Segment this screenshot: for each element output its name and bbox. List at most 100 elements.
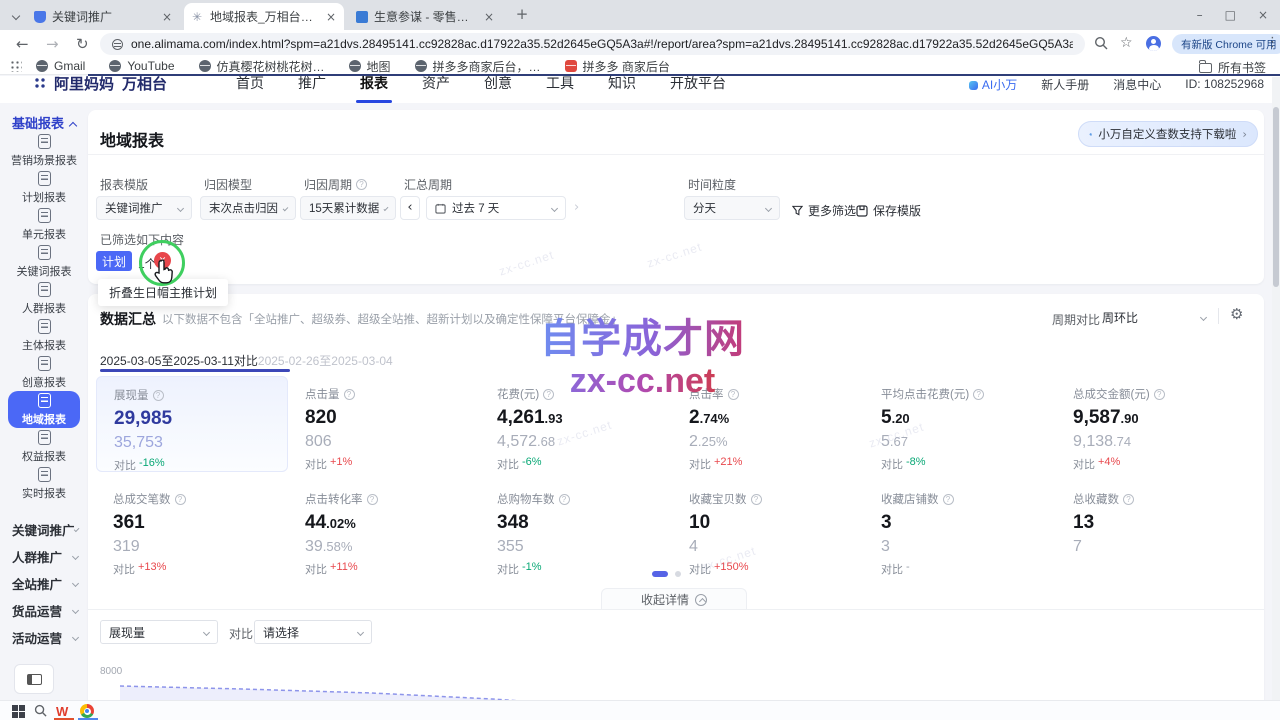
- trend-compare-select[interactable]: 请选择: [254, 620, 372, 644]
- metric-card[interactable]: 花费(元)? 4,261.93 4,572.68 对比-6%: [480, 376, 672, 472]
- window-maximize-button[interactable]: □: [1225, 8, 1236, 22]
- sidebar-item[interactable]: 单元报表: [0, 206, 88, 243]
- carousel-dot[interactable]: [675, 571, 681, 577]
- info-icon[interactable]: ?: [344, 389, 355, 400]
- sidebar-group-item[interactable]: 人群推广: [0, 543, 88, 570]
- window-minimize-button[interactable]: –: [1197, 8, 1203, 22]
- info-icon[interactable]: ?: [559, 494, 570, 505]
- next-period-button[interactable]: ›: [574, 200, 579, 215]
- sidebar-group-item[interactable]: 全站推广: [0, 570, 88, 597]
- sidebar-item[interactable]: 创意报表: [0, 354, 88, 391]
- date-range-select[interactable]: 过去 7 天: [426, 196, 566, 220]
- prev-period-button[interactable]: ‹: [400, 196, 420, 220]
- sidebar-item[interactable]: 权益报表: [0, 428, 88, 465]
- back-icon[interactable]: ←: [16, 35, 29, 53]
- browser-tab-2-active[interactable]: ✳ 地域报表_万相台无界版 ×: [184, 3, 344, 30]
- tab-close-icon[interactable]: ×: [484, 11, 494, 23]
- sidebar-item[interactable]: 营销场景报表: [0, 132, 88, 169]
- tab-close-icon[interactable]: ×: [162, 11, 172, 23]
- window-close-button[interactable]: ×: [1258, 8, 1268, 22]
- sidebar-group-item[interactable]: 货品运营: [0, 597, 88, 624]
- app-nav-item[interactable]: 首页: [236, 76, 264, 93]
- sidebar-group-item[interactable]: 关键词推广: [0, 516, 88, 543]
- trend-metric-select[interactable]: 展现量: [100, 620, 218, 644]
- template-select[interactable]: 关键词推广: [96, 196, 192, 220]
- gear-icon[interactable]: ⚙: [1230, 305, 1243, 323]
- info-icon[interactable]: ?: [728, 389, 739, 400]
- bookmark-item[interactable]: Gmail: [36, 59, 85, 73]
- taskbar-search-icon[interactable]: [34, 704, 47, 720]
- wps-icon[interactable]: W: [56, 704, 68, 719]
- bookmark-star-icon[interactable]: ☆: [1120, 35, 1133, 51]
- metric-card[interactable]: 收藏店铺数? 3 3 对比-: [864, 481, 1056, 577]
- site-settings-icon[interactable]: [112, 39, 123, 50]
- metric-card[interactable]: 展现量? 29,985 35,753 对比-16%: [96, 376, 288, 472]
- info-icon[interactable]: ?: [543, 389, 554, 400]
- chrome-icon[interactable]: [80, 704, 94, 718]
- windows-start-icon[interactable]: [12, 705, 25, 718]
- tab-search-icon[interactable]: [8, 8, 24, 24]
- header-utility-item[interactable]: ID: 108252968: [1185, 77, 1264, 91]
- scrollbar-thumb[interactable]: [1273, 107, 1279, 287]
- metric-card[interactable]: 收藏宝贝数? 10 4 对比+150%: [672, 481, 864, 577]
- bookmark-item[interactable]: YouTube: [109, 59, 174, 73]
- attribution-window-select[interactable]: 15天累计数据: [300, 196, 396, 220]
- app-nav-item[interactable]: 知识: [608, 76, 636, 93]
- profile-avatar[interactable]: [1146, 36, 1161, 51]
- more-filters-button[interactable]: 更多筛选: [792, 202, 856, 219]
- info-icon[interactable]: ?: [367, 494, 378, 505]
- info-icon[interactable]: ?: [943, 494, 954, 505]
- sidebar-item[interactable]: 关键词报表: [0, 243, 88, 280]
- page-scrollbar[interactable]: [1272, 77, 1280, 720]
- app-nav-item[interactable]: 创意: [484, 76, 512, 93]
- info-icon[interactable]: ?: [1123, 494, 1134, 505]
- metric-card[interactable]: 总购物车数? 348 355 对比-1%: [480, 481, 672, 577]
- date-range-tab[interactable]: 2025-03-05至2025-03-11对比2025-02-26至2025-0…: [100, 352, 393, 369]
- new-tab-button[interactable]: +: [512, 5, 532, 25]
- collapse-details-button[interactable]: 收起详情: [601, 588, 747, 610]
- period-compare-select[interactable]: 周环比: [1102, 306, 1206, 328]
- reload-icon[interactable]: ↻: [76, 35, 89, 53]
- sidebar-item[interactable]: 人群报表: [0, 280, 88, 317]
- bookmark-item[interactable]: 拼多多 商家后台: [565, 58, 670, 75]
- browser-tab-1[interactable]: 关键词推广 ×: [26, 3, 180, 30]
- time-granularity-select[interactable]: 分天: [684, 196, 780, 220]
- info-icon[interactable]: ?: [973, 389, 984, 400]
- browser-tab-3[interactable]: 生意参谋 - 零售电商大数据产… ×: [348, 3, 502, 30]
- zoom-icon[interactable]: [1094, 36, 1108, 53]
- header-utility-item[interactable]: AI小万: [969, 76, 1017, 93]
- forward-icon[interactable]: →: [46, 35, 59, 53]
- sidebar-item[interactable]: 实时报表: [0, 465, 88, 502]
- info-icon[interactable]: ?: [1154, 389, 1165, 400]
- browser-menu-icon[interactable]: ⋮: [1266, 35, 1279, 50]
- bookmark-item[interactable]: 仿真樱花树桃花树…: [199, 58, 325, 75]
- sidebar-section-basic-reports[interactable]: 基础报表: [12, 113, 76, 132]
- attribution-model-select[interactable]: 末次点击归因: [200, 196, 296, 220]
- plan-filter-chip[interactable]: 计划: [96, 251, 132, 271]
- apps-grid-icon[interactable]: [10, 60, 22, 72]
- sidebar-collapse-button[interactable]: [14, 664, 54, 694]
- app-nav-item[interactable]: 报表: [360, 76, 388, 93]
- bookmark-item[interactable]: 拼多多商家后台，…: [415, 58, 541, 75]
- info-icon[interactable]: ?: [153, 390, 164, 401]
- save-template-button[interactable]: 保存模版: [856, 202, 921, 219]
- tab-close-icon[interactable]: ×: [326, 11, 336, 23]
- info-icon[interactable]: ?: [175, 494, 186, 505]
- bookmark-item[interactable]: 地图: [349, 58, 391, 75]
- chrome-update-chip[interactable]: 有新版 Chrome 可用: [1172, 34, 1280, 54]
- metric-card[interactable]: 平均点击花费(元)? 5.20 5.67 对比-8%: [864, 376, 1056, 472]
- metric-card[interactable]: 点击量? 820 806 对比+1%: [288, 376, 480, 472]
- app-nav-item[interactable]: 资产: [422, 76, 450, 93]
- info-icon[interactable]: ?: [751, 494, 762, 505]
- sidebar-item[interactable]: 地域报表: [8, 391, 80, 428]
- sidebar-item[interactable]: 计划报表: [0, 169, 88, 206]
- url-bar[interactable]: one.alimama.com/index.html?spm=a21dvs.28…: [100, 33, 1085, 55]
- xiaowan-promo-button[interactable]: 小万自定义查数支持下载啦 ›: [1078, 121, 1258, 147]
- info-icon[interactable]: ?: [356, 179, 367, 190]
- app-nav-item[interactable]: 工具: [546, 76, 574, 93]
- header-utility-item[interactable]: 新人手册: [1041, 76, 1089, 93]
- sidebar-item[interactable]: 主体报表: [0, 317, 88, 354]
- header-utility-item[interactable]: 消息中心: [1113, 76, 1161, 93]
- metric-card[interactable]: 总成交金额(元)? 9,587.90 9,138.74 对比+4%: [1056, 376, 1248, 472]
- app-nav-item[interactable]: 推广: [298, 76, 326, 93]
